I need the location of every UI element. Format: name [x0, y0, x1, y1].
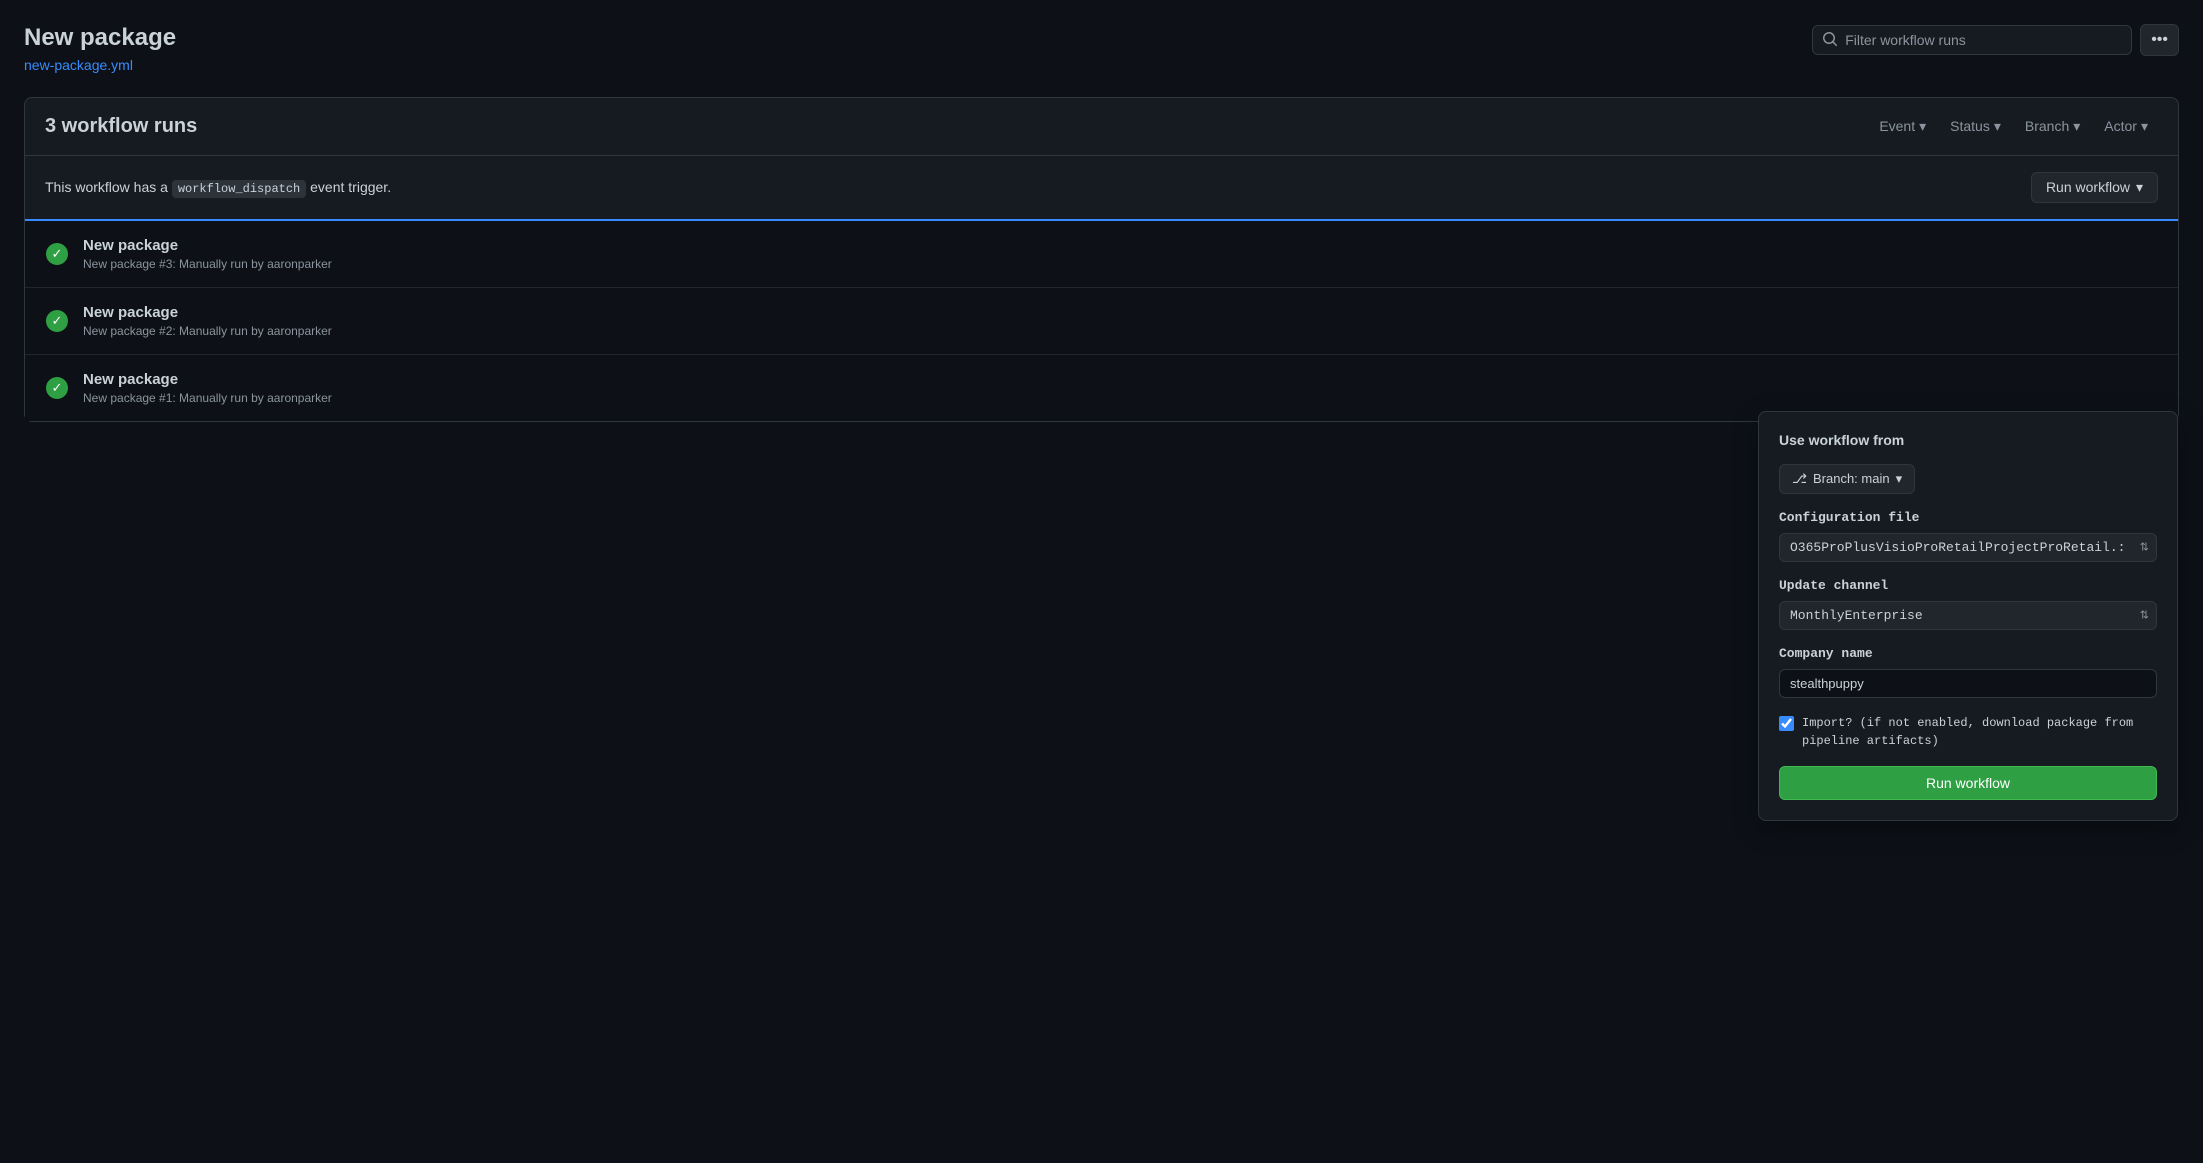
dropdown-title: Use workflow from	[1779, 432, 2157, 448]
chevron-down-icon: ▾	[2141, 118, 2148, 135]
dispatch-notice: This workflow has a workflow_dispatch ev…	[25, 156, 2178, 221]
run-title: New package	[83, 237, 2158, 254]
event-filter-button[interactable]: Event ▾	[1869, 114, 1936, 139]
update-channel-label: Update channel	[1779, 578, 2157, 593]
run-subtitle: New package #2: Manually run by aaronpar…	[83, 324, 2158, 338]
import-checkbox[interactable]	[1779, 716, 1794, 731]
run-title: New package	[83, 304, 2158, 321]
config-file-wrapper: O365ProPlusVisioProRetailProjectProRetai…	[1779, 533, 2157, 562]
import-checkbox-row: Import? (if not enabled, download packag…	[1779, 714, 2157, 750]
branch-select-button[interactable]: ⎇ Branch: main ▾	[1779, 464, 1915, 494]
table-row[interactable]: ✓ New package New package #2: Manually r…	[25, 288, 2178, 355]
company-name-section: Company name	[1779, 646, 2157, 698]
workflow-runs-list: ✓ New package New package #3: Manually r…	[25, 221, 2178, 421]
dispatch-text: This workflow has a workflow_dispatch ev…	[45, 179, 391, 196]
dispatch-code: workflow_dispatch	[172, 180, 306, 198]
workflow-count: 3 workflow runs	[45, 115, 197, 138]
page-header: New package new-package.yml •••	[24, 24, 2179, 73]
company-name-input[interactable]	[1779, 669, 2157, 698]
update-channel-section: Update channel MonthlyEnterprise ⇅	[1779, 578, 2157, 630]
chevron-down-icon: ▾	[2136, 179, 2143, 196]
run-info: New package New package #2: Manually run…	[83, 304, 2158, 338]
run-title: New package	[83, 371, 2158, 388]
filter-buttons: Event ▾ Status ▾ Branch ▾ Actor ▾	[1869, 114, 2158, 139]
header-actions: •••	[1812, 24, 2179, 56]
chevron-down-icon: ▾	[1994, 118, 2001, 135]
branch-filter-button[interactable]: Branch ▾	[2015, 114, 2090, 139]
status-icon: ✓	[45, 242, 69, 266]
config-file-select[interactable]: O365ProPlusVisioProRetailProjectProRetai…	[1779, 533, 2157, 562]
config-file-label: Configuration file	[1779, 510, 2157, 525]
page-subtitle[interactable]: new-package.yml	[24, 57, 176, 73]
workflow-panel-header: 3 workflow runs Event ▾ Status ▾ Branch …	[25, 98, 2178, 156]
config-file-section: Configuration file O365ProPlusVisioProRe…	[1779, 510, 2157, 562]
run-subtitle: New package #1: Manually run by aaronpar…	[83, 391, 2158, 405]
update-channel-wrapper: MonthlyEnterprise ⇅	[1779, 601, 2157, 630]
update-channel-select[interactable]: MonthlyEnterprise	[1779, 601, 2157, 630]
branch-section: ⎇ Branch: main ▾	[1779, 464, 2157, 494]
search-container	[1812, 25, 2132, 55]
chevron-down-icon: ▾	[1919, 118, 1926, 135]
status-icon: ✓	[45, 376, 69, 400]
run-subtitle: New package #3: Manually run by aaronpar…	[83, 257, 2158, 271]
table-row[interactable]: ✓ New package New package #3: Manually r…	[25, 221, 2178, 288]
run-workflow-green-button[interactable]: Run workflow	[1779, 766, 2157, 800]
git-branch-icon: ⎇	[1792, 471, 1807, 487]
chevron-down-icon: ▾	[1896, 471, 1903, 487]
workflow-panel: 3 workflow runs Event ▾ Status ▾ Branch …	[24, 97, 2179, 422]
run-workflow-button[interactable]: Run workflow ▾	[2031, 172, 2158, 203]
ellipsis-icon: •••	[2151, 31, 2168, 49]
company-name-label: Company name	[1779, 646, 2157, 661]
run-info: New package New package #1: Manually run…	[83, 371, 2158, 405]
actor-filter-button[interactable]: Actor ▾	[2094, 114, 2158, 139]
title-block: New package new-package.yml	[24, 24, 176, 73]
chevron-down-icon: ▾	[2073, 118, 2080, 135]
search-input[interactable]	[1812, 25, 2132, 55]
page-title: New package	[24, 24, 176, 53]
search-icon	[1822, 31, 1838, 50]
run-info: New package New package #3: Manually run…	[83, 237, 2158, 271]
import-label: Import? (if not enabled, download packag…	[1802, 714, 2157, 750]
menu-button[interactable]: •••	[2140, 24, 2179, 56]
status-filter-button[interactable]: Status ▾	[1940, 114, 2011, 139]
run-workflow-dropdown: Use workflow from ⎇ Branch: main ▾ Confi…	[1758, 411, 2178, 821]
status-icon: ✓	[45, 309, 69, 333]
success-icon: ✓	[46, 310, 68, 332]
success-icon: ✓	[46, 377, 68, 399]
success-icon: ✓	[46, 243, 68, 265]
